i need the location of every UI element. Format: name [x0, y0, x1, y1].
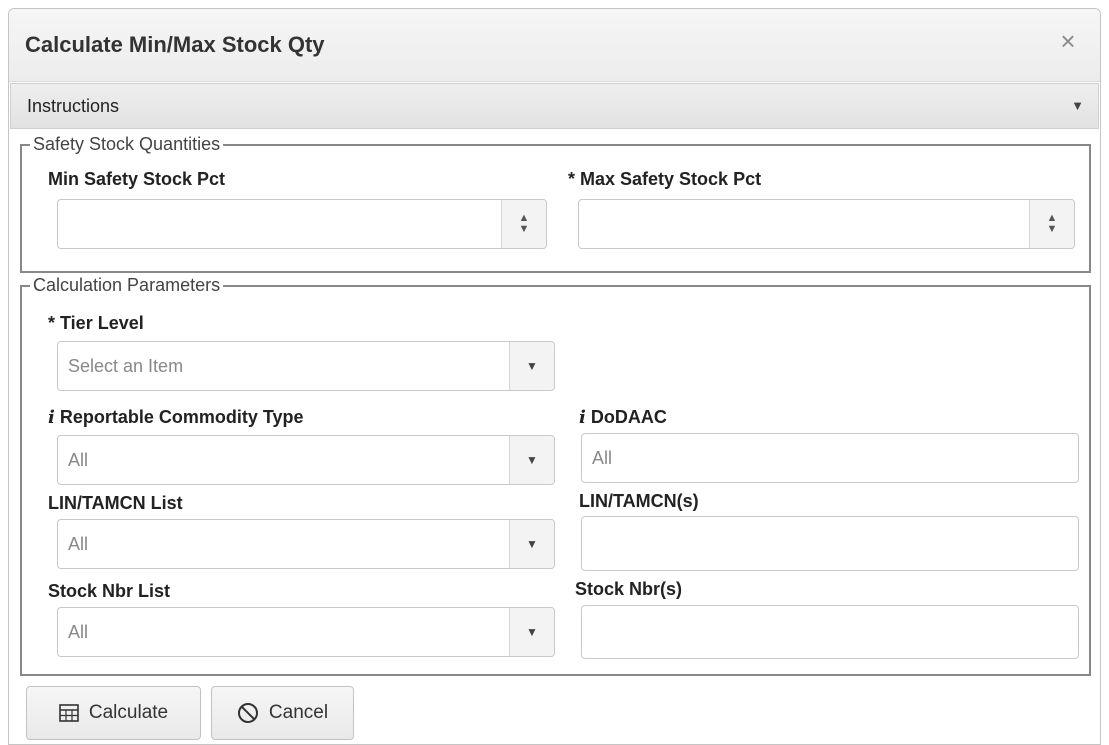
calculate-label: Calculate: [88, 702, 169, 723]
stock-nbr-list-select[interactable]: All ▼: [57, 607, 555, 657]
dodaac-placeholder: All: [592, 448, 613, 468]
lin-tamcns-textarea[interactable]: [581, 516, 1079, 571]
lin-tamcn-list-select[interactable]: All ▼: [57, 519, 555, 569]
tier-level-select[interactable]: Select an Item ▼: [57, 341, 555, 391]
calculate-min-max-dialog: Calculate Min/Max Stock Qty × Instructio…: [8, 8, 1101, 745]
chevron-down-icon[interactable]: ▼: [509, 520, 554, 568]
instructions-panel-toggle[interactable]: Instructions ▼: [10, 83, 1099, 129]
stock-nbrs-label: Stock Nbr(s): [575, 579, 683, 599]
commodity-type-value: All: [68, 450, 89, 470]
chevron-down-icon[interactable]: ▼: [509, 608, 554, 656]
chevron-down-icon[interactable]: ▼: [509, 436, 554, 484]
dodaac-label: i DoDAAC: [579, 407, 667, 428]
calculation-parameters-legend: Calculation Parameters: [30, 275, 224, 296]
lin-tamcns-label: LIN/TAMCN(s): [579, 491, 699, 511]
max-safety-stock-input[interactable]: ▲ ▼: [578, 199, 1075, 249]
dialog-titlebar: Calculate Min/Max Stock Qty ×: [9, 9, 1100, 82]
min-safety-stock-label: Min Safety Stock Pct: [48, 169, 226, 189]
close-icon[interactable]: ×: [1054, 27, 1082, 55]
spinner-down-icon[interactable]: ▼: [519, 224, 530, 235]
min-safety-stock-spinner[interactable]: ▲ ▼: [501, 200, 546, 248]
instructions-label: Instructions: [27, 96, 120, 116]
info-icon[interactable]: i: [579, 407, 586, 428]
tier-level-value: Select an Item: [68, 356, 184, 376]
chevron-down-icon: ▼: [1071, 98, 1084, 113]
spinner-down-icon[interactable]: ▼: [1047, 224, 1058, 235]
max-safety-stock-spinner[interactable]: ▲ ▼: [1029, 200, 1074, 248]
commodity-type-label: i Reportable Commodity Type: [48, 407, 304, 428]
dialog-title: Calculate Min/Max Stock Qty: [25, 32, 325, 57]
cancel-button[interactable]: Cancel: [211, 686, 354, 740]
calculate-button[interactable]: Calculate: [26, 686, 201, 740]
ban-icon: [237, 703, 258, 723]
dodaac-input[interactable]: All: [581, 433, 1079, 483]
stock-nbr-list-label: Stock Nbr List: [48, 581, 171, 601]
min-safety-stock-input[interactable]: ▲ ▼: [57, 199, 547, 249]
safety-stock-fieldset: Safety Stock Quantities Min Safety Stock…: [20, 134, 1091, 273]
tier-level-label: * Tier Level: [48, 313, 144, 333]
stock-nbrs-textarea[interactable]: [581, 605, 1079, 659]
info-icon[interactable]: i: [48, 407, 55, 428]
lin-tamcn-list-value: All: [68, 534, 89, 554]
lin-tamcn-list-label: LIN/TAMCN List: [48, 493, 183, 513]
cancel-label: Cancel: [268, 702, 329, 723]
chevron-down-icon[interactable]: ▼: [509, 342, 554, 390]
stock-nbr-list-value: All: [68, 622, 89, 642]
commodity-type-select[interactable]: All ▼: [57, 435, 555, 485]
safety-stock-legend: Safety Stock Quantities: [30, 134, 224, 155]
max-safety-stock-label: * Max Safety Stock Pct: [568, 169, 762, 189]
calculation-parameters-fieldset: Calculation Parameters * Tier Level Sele…: [20, 275, 1091, 676]
calculator-icon: [59, 704, 79, 722]
